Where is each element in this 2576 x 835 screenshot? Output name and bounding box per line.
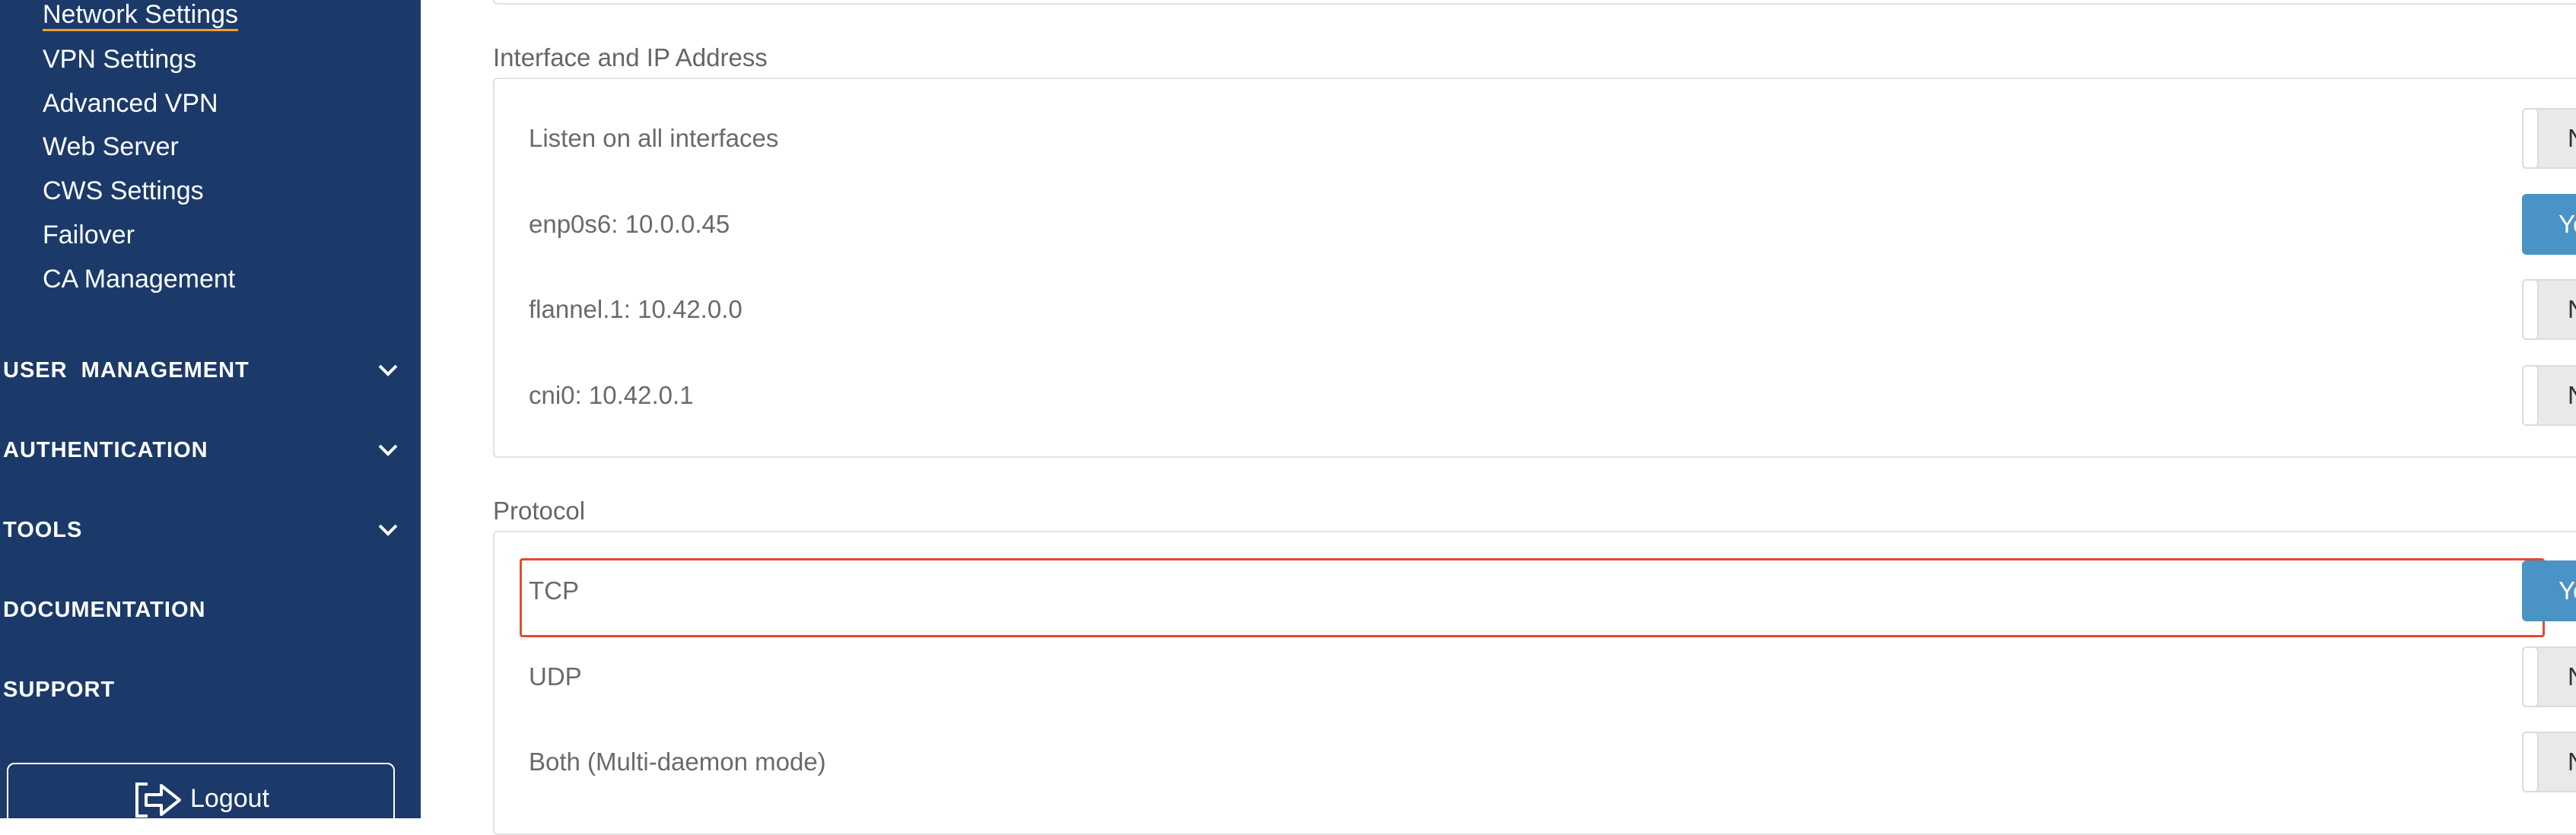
toggle-value: No — [2568, 381, 2576, 410]
protocol-row-tcp: TCP Yes — [524, 557, 2576, 624]
subnav-item-advanced-vpn[interactable]: Advanced VPN — [43, 88, 218, 119]
interface-row-all: Listen on all interfaces No — [524, 105, 2576, 172]
nav-section-tools[interactable]: TOOLS — [3, 515, 399, 545]
protocol-row-udp: UDP No — [524, 643, 2576, 710]
subnav-item-network-settings[interactable]: Network Settings — [43, 0, 238, 31]
toggle-value: Yes — [2559, 210, 2576, 238]
nav-section-label: USER MANAGEMENT — [3, 358, 250, 383]
logout-label: Logout — [190, 784, 269, 813]
toggle-knob — [2522, 279, 2539, 340]
subnav-item-ca-management[interactable]: CA Management — [43, 264, 235, 294]
interface-row-enp0s6: enp0s6: 10.0.0.45 Yes — [524, 191, 2576, 258]
chevron-down-icon — [378, 524, 398, 536]
interface-row-cni0: cni0: 10.42.0.1 No — [524, 362, 2576, 429]
toggle-value: No — [2568, 295, 2576, 324]
interface-row-flannel: flannel.1: 10.42.0.0 No — [524, 276, 2576, 343]
nav-section-authentication[interactable]: AUTHENTICATION — [3, 435, 399, 465]
toggle-value: Yes — [2559, 576, 2576, 605]
subnav-item-vpn-settings[interactable]: VPN Settings — [43, 44, 196, 75]
cni0-toggle[interactable]: No — [2522, 365, 2576, 426]
toggle-knob — [2522, 365, 2539, 426]
logout-icon — [135, 783, 181, 818]
udp-toggle[interactable]: No — [2522, 646, 2576, 707]
main-content: Interface and IP Address Listen on all i… — [421, 0, 2576, 835]
nav-section-support[interactable]: SUPPORT — [3, 675, 399, 705]
toggle-knob — [2522, 732, 2539, 792]
toggle-knob — [2522, 646, 2539, 707]
row-label: Listen on all interfaces — [529, 124, 779, 152]
subnav-item-cws-settings[interactable]: CWS Settings — [43, 176, 204, 206]
toggle-knob — [2522, 108, 2539, 169]
row-label: Both (Multi-daemon mode) — [529, 748, 826, 776]
sidebar: Network Settings VPN Settings Advanced V… — [0, 0, 421, 831]
row-label: TCP — [529, 576, 579, 605]
nav-section-label: AUTHENTICATION — [3, 438, 208, 462]
subnav-item-web-server[interactable]: Web Server — [43, 132, 179, 162]
toggle-value: No — [2568, 662, 2576, 691]
nav-section-user-management[interactable]: USER MANAGEMENT — [3, 355, 399, 386]
chevron-down-icon — [378, 364, 398, 376]
flannel-toggle[interactable]: No — [2522, 279, 2576, 340]
both-toggle[interactable]: No — [2522, 732, 2576, 792]
nav-section-label: DOCUMENTATION — [3, 598, 206, 622]
listen-all-toggle[interactable]: No — [2522, 108, 2576, 169]
previous-card — [493, 0, 2576, 5]
row-label: flannel.1: 10.42.0.0 — [529, 295, 743, 323]
row-label: cni0: 10.42.0.1 — [529, 381, 694, 409]
tcp-toggle[interactable]: Yes — [2522, 560, 2576, 621]
chevron-down-icon — [378, 444, 398, 456]
protocol-row-both: Both (Multi-daemon mode) No — [524, 729, 2576, 795]
subnav-item-failover[interactable]: Failover — [43, 220, 135, 250]
interface-group-title: Interface and IP Address — [493, 43, 768, 71]
toggle-value: No — [2568, 124, 2576, 153]
row-label: UDP — [529, 662, 582, 691]
toggle-value: No — [2568, 748, 2576, 776]
protocol-group-title: Protocol — [493, 497, 586, 525]
enp0s6-toggle[interactable]: Yes — [2522, 194, 2576, 255]
nav-section-label: SUPPORT — [3, 678, 116, 702]
nav-section-documentation[interactable]: DOCUMENTATION — [3, 595, 399, 625]
nav-section-label: TOOLS — [3, 518, 83, 542]
row-label: enp0s6: 10.0.0.45 — [529, 210, 730, 238]
logout-button[interactable]: Logout — [7, 763, 395, 831]
